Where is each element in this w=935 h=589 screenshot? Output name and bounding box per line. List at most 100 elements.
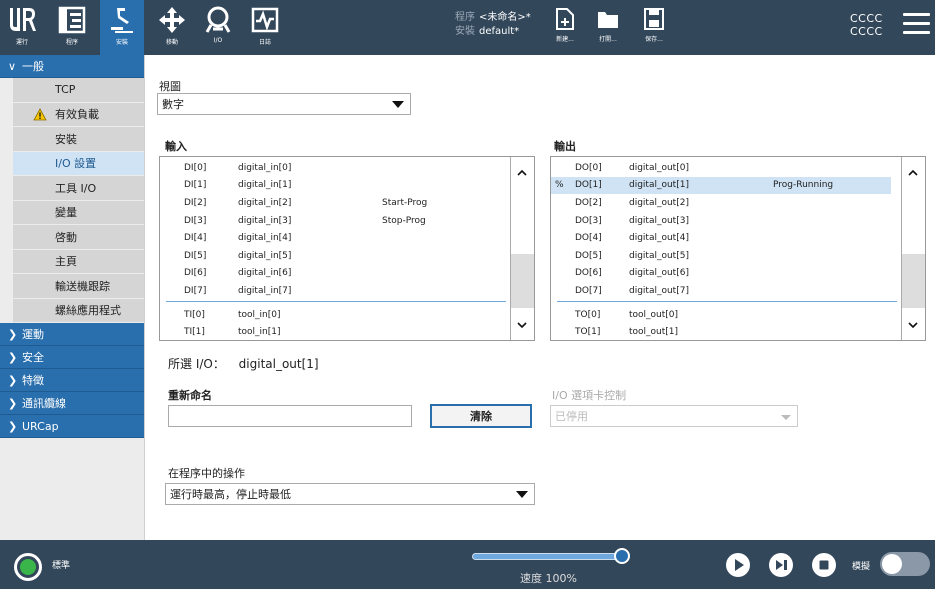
view-dropdown[interactable]: 數字 bbox=[157, 93, 411, 115]
new-file-button[interactable]: 新建... bbox=[545, 0, 585, 55]
nav-move-label: 移動 bbox=[165, 39, 178, 46]
sidebar-item-6[interactable]: 啓動 bbox=[13, 225, 144, 250]
step-icon bbox=[776, 560, 787, 570]
sidebar-item-5[interactable]: 變量 bbox=[13, 200, 144, 225]
install-name: default* bbox=[479, 26, 520, 37]
nav-log-button[interactable]: 日誌 bbox=[243, 0, 287, 55]
chevron-right-icon: ❯ bbox=[8, 396, 18, 410]
io-port: DI[7] bbox=[184, 285, 207, 296]
inputs-list[interactable]: DI[0] digital_in[0] DI[1] digital_in[1] DI[2… bbox=[159, 156, 535, 341]
nav-io-button[interactable]: I/O bbox=[196, 0, 240, 55]
io-row[interactable]: DI[2] digital_in[2] Start-Prog bbox=[160, 194, 500, 212]
save-file-button[interactable]: 保存... bbox=[634, 0, 674, 55]
power-button[interactable] bbox=[14, 553, 42, 581]
io-row[interactable]: DI[3] digital_in[3] Stop-Prog bbox=[160, 212, 500, 230]
outputs-title: 輸出 bbox=[554, 140, 576, 153]
io-port: DO[3] bbox=[575, 215, 602, 226]
io-action: Prog-Running bbox=[773, 180, 834, 191]
outputs-scrollbar[interactable] bbox=[901, 157, 925, 340]
io-row[interactable]: DO[5] digital_out[5] bbox=[551, 247, 891, 265]
new-file-label: 新建... bbox=[556, 36, 574, 43]
io-name: tool_in[0] bbox=[238, 309, 281, 320]
io-row[interactable]: % DO[1] digital_out[1] Prog-Running bbox=[551, 176, 891, 195]
section-3[interactable]: ❯ 通訊纜線 bbox=[0, 392, 144, 415]
nav-move-button[interactable]: 移動 bbox=[150, 0, 194, 55]
io-name: digital_out[0] bbox=[629, 162, 689, 173]
tab-control-dropdown[interactable]: 已停用 bbox=[550, 405, 798, 427]
chevron-down-icon[interactable] bbox=[908, 320, 918, 330]
io-row[interactable]: TO[0] tool_out[0] bbox=[551, 306, 891, 324]
stop-button[interactable] bbox=[812, 553, 836, 577]
io-name: digital_in[6] bbox=[238, 268, 292, 279]
io-row[interactable]: DO[0] digital_out[0] bbox=[551, 159, 891, 177]
selected-io: 所選 I/O： digital_out[1] bbox=[168, 355, 319, 372]
sidebar-item-9[interactable]: 螺絲應用程式 bbox=[13, 298, 144, 323]
dropdown-arrow-icon bbox=[516, 491, 528, 498]
io-row[interactable]: DI[1] digital_in[1] bbox=[160, 177, 500, 195]
io-row[interactable]: DO[7] digital_out[7] bbox=[551, 282, 891, 300]
io-row[interactable]: DO[4] digital_out[4] bbox=[551, 229, 891, 247]
section-1[interactable]: ❯ 安全 bbox=[0, 346, 144, 369]
speed-slider[interactable] bbox=[472, 553, 624, 560]
io-row[interactable]: DO[3] digital_out[3] bbox=[551, 212, 891, 230]
installation-sidebar: ∨ 一般 TCP 有效負載 安裝 I/O 設置 工具 I/O 變量 啓動 主頁 輸送機跟踪 螺絲應… bbox=[0, 55, 145, 540]
io-row[interactable]: TI[0] tool_in[0] bbox=[160, 306, 500, 324]
sidebar-item-3[interactable]: I/O 設置 bbox=[13, 151, 144, 176]
chevron-down-icon[interactable] bbox=[517, 320, 527, 330]
io-row[interactable]: TO[1] tool_out[1] bbox=[551, 323, 891, 340]
tab-control-value: 已停用 bbox=[555, 410, 588, 423]
section-2[interactable]: ❯ 特徵 bbox=[0, 369, 144, 392]
sidebar-item-0[interactable]: TCP bbox=[13, 78, 144, 103]
nav-log-label: 日誌 bbox=[258, 39, 271, 46]
rename-input[interactable] bbox=[168, 405, 412, 427]
chevron-up-icon[interactable] bbox=[517, 168, 527, 178]
simulation-toggle[interactable] bbox=[880, 552, 930, 576]
open-file-button[interactable]: 打開... bbox=[588, 0, 628, 55]
sidebar-item-8[interactable]: 輸送機跟踪 bbox=[13, 274, 144, 299]
robot-name-line-1: CCCC bbox=[850, 12, 883, 25]
io-row[interactable]: TI[1] tool_in[1] bbox=[160, 323, 500, 340]
sidebar-item-4[interactable]: 工具 I/O bbox=[13, 176, 144, 201]
outputs-scroll-thumb[interactable] bbox=[902, 254, 925, 308]
step-button[interactable] bbox=[769, 553, 793, 577]
chevron-right-icon: ❯ bbox=[8, 373, 18, 387]
inputs-scroll-thumb[interactable] bbox=[511, 254, 534, 308]
top-bar: 運行 程序 安裝 移動 I/O 日誌 程序 <未命名>* 安裝 default*… bbox=[0, 0, 935, 55]
clear-button[interactable]: 清除 bbox=[430, 404, 532, 428]
play-button[interactable] bbox=[726, 553, 750, 577]
chevron-up-icon[interactable] bbox=[908, 168, 918, 178]
section-4[interactable]: ❯ URCap bbox=[0, 415, 144, 438]
io-row[interactable]: DI[0] digital_in[0] bbox=[160, 159, 500, 177]
sidebar-item-7[interactable]: 主頁 bbox=[13, 249, 144, 274]
sidebar-item-2[interactable]: 安裝 bbox=[13, 127, 144, 152]
io-action: Stop-Prog bbox=[382, 215, 426, 226]
dropdown-arrow-icon bbox=[392, 101, 404, 108]
io-port: TI[1] bbox=[184, 327, 205, 338]
program-action-dropdown[interactable]: 運行時最高，停止時最低 bbox=[165, 483, 535, 505]
outputs-list[interactable]: DO[0] digital_out[0]% DO[1] digital_out[1] P… bbox=[550, 156, 926, 341]
nav-run-button[interactable]: 運行 bbox=[0, 0, 44, 55]
io-row[interactable]: DO[6] digital_out[6] bbox=[551, 265, 891, 283]
section-label: 運動 bbox=[22, 328, 44, 341]
io-row[interactable]: DI[7] digital_in[7] bbox=[160, 282, 500, 300]
nav-install-button[interactable]: 安裝 bbox=[100, 0, 144, 55]
section-general[interactable]: ∨ 一般 bbox=[0, 55, 144, 78]
io-port: DO[6] bbox=[575, 268, 602, 279]
sidebar-item-1[interactable]: 有效負載 bbox=[13, 102, 144, 127]
hamburger-menu-icon[interactable] bbox=[903, 13, 930, 37]
io-row[interactable]: DI[5] digital_in[5] bbox=[160, 247, 500, 265]
inputs-scrollbar[interactable] bbox=[510, 157, 534, 340]
io-row[interactable]: DI[6] digital_in[6] bbox=[160, 265, 500, 283]
io-row[interactable]: DI[4] digital_in[4] bbox=[160, 229, 500, 247]
io-name: tool_in[1] bbox=[238, 327, 281, 338]
io-name: digital_out[3] bbox=[629, 215, 689, 226]
section-0[interactable]: ❯ 運動 bbox=[0, 323, 144, 346]
io-row[interactable]: DO[2] digital_out[2] bbox=[551, 194, 891, 212]
io-port: DO[7] bbox=[575, 285, 602, 296]
mode-label: 標準 bbox=[52, 561, 71, 571]
chevron-down-icon: ∨ bbox=[8, 59, 17, 73]
speed-slider-knob[interactable] bbox=[614, 548, 630, 564]
io-name: digital_in[2] bbox=[238, 197, 292, 208]
nav-program-button[interactable]: 程序 bbox=[50, 0, 94, 55]
nav-run-label: 運行 bbox=[15, 39, 28, 46]
